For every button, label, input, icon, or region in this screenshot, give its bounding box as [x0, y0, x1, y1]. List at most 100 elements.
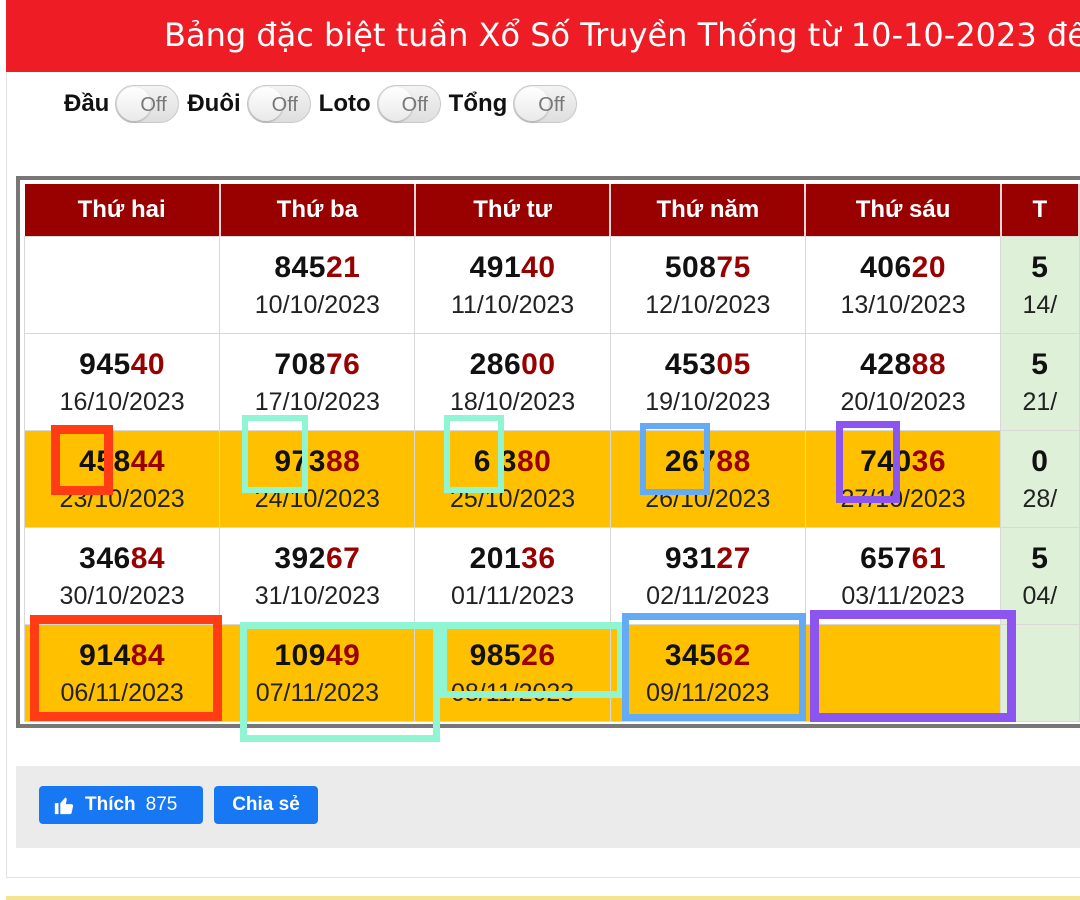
result-number-head: 345	[664, 639, 717, 672]
facebook-like-button[interactable]: Thích 875	[39, 786, 203, 824]
result-number: 0	[1001, 445, 1078, 479]
result-number: 34562	[611, 639, 805, 673]
result-number-tail: 62	[716, 639, 751, 672]
result-number-tail: 36	[521, 542, 556, 575]
week-row: 45844 23/10/2023 97388 24/10/2023 6 380 25/10…	[23, 430, 1080, 528]
result-cell	[1000, 624, 1080, 722]
result-number: 98526	[415, 639, 609, 673]
result-number: 93127	[611, 542, 805, 576]
result-number: 65761	[806, 542, 1000, 576]
result-date: 12/10/2023	[645, 291, 771, 319]
result-number-tail: 67	[325, 542, 361, 575]
facebook-share-button[interactable]: Chia sẻ	[214, 786, 318, 824]
result-number: 26788	[611, 445, 805, 479]
result-date: 28/	[1022, 485, 1058, 513]
result-date: 20/10/2023	[840, 388, 966, 416]
result-cell: 42888 20/10/2023	[804, 333, 1002, 431]
result-number-head: 973	[274, 445, 326, 478]
result-cell: 34684 30/10/2023	[23, 527, 221, 625]
result-date: 30/10/2023	[59, 582, 185, 610]
like-label: Thích	[85, 794, 136, 815]
result-cell: 49140 11/10/2023	[414, 236, 611, 334]
title-bar: Bảng đặc biệt tuần Xổ Số Truyền Thống từ…	[6, 0, 1080, 72]
result-cell: 34562 09/11/2023	[609, 624, 806, 722]
result-date: 23/10/2023	[59, 485, 185, 513]
result-date: 11/10/2023	[450, 291, 575, 319]
result-date: 02/11/2023	[646, 582, 770, 610]
result-number-head: 5	[1031, 251, 1049, 284]
result-date: 27/10/2023	[840, 485, 966, 513]
result-number: 42888	[806, 348, 1000, 382]
toggle-state-text: Off	[401, 94, 428, 116]
result-number-tail: 21	[325, 251, 361, 284]
result-cell: 39267 31/10/2023	[219, 527, 416, 625]
result-date: 08/11/2023	[450, 679, 575, 707]
result-cell: 40620 13/10/2023	[804, 236, 1002, 334]
result-number: 5	[1001, 542, 1078, 576]
result-number-tail: 40	[521, 251, 556, 284]
bottom-divider	[6, 896, 1080, 900]
result-number: 94540	[25, 348, 219, 382]
weekday-header: Thứ tư	[414, 184, 612, 237]
result-cell	[804, 624, 1002, 722]
result-date: 10/10/2023	[254, 291, 380, 319]
result-number: 34684	[25, 542, 219, 576]
result-number: 45844	[25, 445, 219, 479]
result-number-tail: 76	[325, 348, 361, 381]
toggle-label-dau: Đầu	[64, 90, 110, 117]
result-number: 70876	[220, 348, 414, 382]
result-number-tail: 84	[130, 542, 166, 575]
result-date: 21/	[1022, 388, 1058, 416]
result-number: 28600	[415, 348, 609, 382]
toggle-tong[interactable]: Off	[513, 85, 578, 123]
result-number-head: 491	[469, 251, 522, 284]
result-number-tail: 49	[325, 639, 361, 672]
toggle-state-text: Off	[271, 94, 298, 116]
result-number: 50875	[611, 251, 805, 285]
results-table: Thứ hai Thứ ba Thứ tư Thứ năm Thứ sáu T …	[23, 184, 1080, 722]
result-cell: 65761 03/11/2023	[804, 527, 1002, 625]
result-number: 74036	[806, 445, 1000, 479]
result-number-tail: 26	[521, 639, 556, 672]
result-cell: 93127 02/11/2023	[609, 527, 806, 625]
week-row: 94540 16/10/2023 70876 17/10/2023 28600 18/10…	[23, 333, 1080, 431]
result-number-head: 845	[274, 251, 326, 284]
result-number-head: 453	[664, 348, 717, 381]
result-number-head: 657	[860, 542, 912, 575]
result-number: 6 380	[415, 445, 609, 479]
result-number-head: 0	[1031, 445, 1049, 478]
result-number: 5	[1001, 251, 1078, 285]
result-number-tail: 20	[911, 251, 947, 284]
result-number-head: 392	[274, 542, 326, 575]
result-date: 09/11/2023	[646, 679, 770, 707]
result-number-head: 201	[469, 542, 522, 575]
result-number-head: 931	[664, 542, 717, 575]
result-cell: 45844 23/10/2023	[23, 430, 221, 528]
result-number-tail: 61	[911, 542, 947, 575]
week-row: 91484 06/11/2023 10949 07/11/2023 98526 08/11…	[23, 624, 1080, 722]
result-date: 07/11/2023	[255, 679, 379, 707]
result-cell: 0 28/	[1000, 430, 1080, 528]
toggle-label-loto: Loto	[318, 90, 371, 117]
result-cell: 5 14/	[1000, 236, 1080, 334]
result-number-tail: 40	[130, 348, 166, 381]
result-number: 39267	[220, 542, 414, 576]
result-number: 40620	[806, 251, 1000, 285]
toggle-loto[interactable]: Off	[376, 85, 441, 123]
result-cell: 70876 17/10/2023	[219, 333, 416, 431]
result-number-tail: 05	[716, 348, 751, 381]
result-number-head: 458	[79, 445, 131, 478]
result-number-tail: 84	[130, 639, 166, 672]
result-cell: 28600 18/10/2023	[414, 333, 611, 431]
result-date: 06/11/2023	[60, 679, 184, 707]
result-number-tail: 88	[325, 445, 361, 478]
result-cell: 94540 16/10/2023	[23, 333, 221, 431]
results-grid: Thứ hai Thứ ba Thứ tư Thứ năm Thứ sáu T …	[16, 176, 1080, 728]
result-cell: 20136 01/11/2023	[414, 527, 611, 625]
result-number-head: 5	[1031, 542, 1049, 575]
result-cell: 6 380 25/10/2023	[414, 430, 611, 528]
result-cell: 10949 07/11/2023	[219, 624, 416, 722]
toggle-dau[interactable]: Off	[115, 85, 180, 123]
toggle-duoi[interactable]: Off	[246, 85, 311, 123]
result-number-tail: 00	[521, 348, 556, 381]
